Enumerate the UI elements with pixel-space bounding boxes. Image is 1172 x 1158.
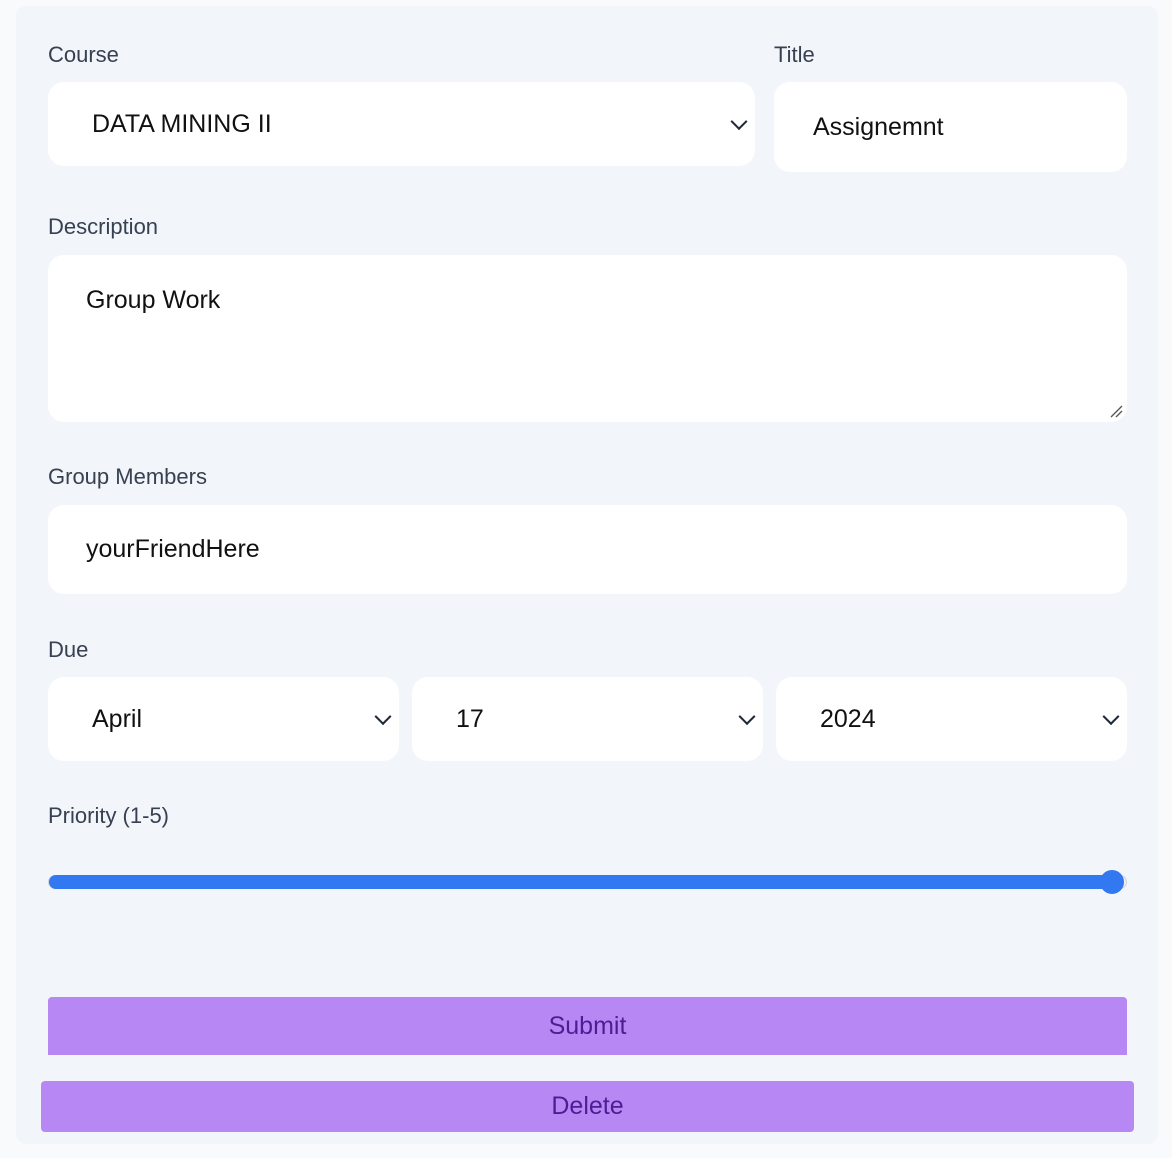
description-label: Description [48, 214, 159, 239]
group-members-label: Group Members [48, 464, 207, 489]
title-input-value: Assignemnt [813, 112, 944, 141]
course-select-value: DATA MINING II [92, 109, 272, 138]
due-day-value: 17 [456, 704, 484, 733]
title-label: Title [774, 42, 815, 67]
due-year-value: 2024 [820, 704, 876, 733]
description-textarea[interactable]: Group Work [48, 255, 1127, 422]
priority-slider-thumb[interactable] [1100, 870, 1124, 894]
course-label: Course [48, 42, 119, 67]
group-members-input[interactable]: yourFriendHere [48, 505, 1127, 594]
resize-handle-icon[interactable] [1109, 404, 1123, 418]
description-textarea-value: Group Work [86, 286, 221, 314]
due-label: Due [48, 637, 89, 662]
priority-slider[interactable] [48, 870, 1127, 894]
due-day-select[interactable]: 17 [412, 677, 763, 761]
due-month-value: April [92, 704, 143, 733]
delete-button[interactable]: Delete [41, 1081, 1134, 1132]
due-month-select[interactable]: April [48, 677, 399, 761]
due-year-select[interactable]: 2024 [776, 677, 1127, 761]
title-input[interactable]: Assignemnt [774, 82, 1127, 172]
group-members-input-value: yourFriendHere [86, 535, 260, 563]
priority-label: Priority (1-5) [48, 803, 170, 828]
priority-slider-fill [49, 875, 1112, 889]
submit-button[interactable]: Submit [48, 997, 1127, 1055]
course-select[interactable]: DATA MINING II [48, 82, 755, 166]
